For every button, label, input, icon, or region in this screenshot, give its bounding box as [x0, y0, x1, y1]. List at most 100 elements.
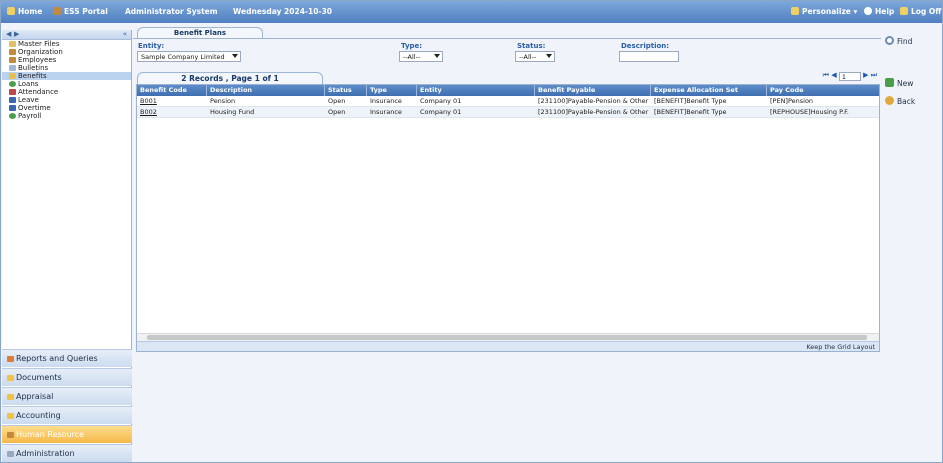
next-page-icon[interactable]: ▶ — [863, 71, 868, 79]
home-link[interactable]: Home — [7, 7, 42, 16]
folder-pencil-icon — [9, 41, 16, 47]
help-icon — [864, 7, 872, 15]
table-cell: Open — [328, 108, 346, 116]
sidebar-item-overtime[interactable]: Overtime — [2, 104, 131, 112]
last-page-icon[interactable]: ⏭ — [871, 71, 877, 79]
people-icon — [9, 57, 16, 63]
status-select-value: --All-- — [519, 53, 537, 61]
table-cell: [231100]Payable-Pension & Other Ins… — [538, 97, 651, 105]
sidebar-item-attendance[interactable]: Attendance — [2, 88, 131, 96]
module-tree: Master Files Organization Employees Bull… — [2, 40, 131, 120]
sidebar: ◀ ▶ « Master Files Organization Employee… — [2, 30, 132, 462]
new-button[interactable]: New — [885, 78, 915, 90]
chevron-down-icon — [434, 54, 440, 58]
column-header[interactable]: Benefit Payable — [535, 85, 651, 96]
sidebar-item-label: Employees — [18, 56, 57, 64]
new-label: New — [897, 79, 914, 88]
main-panel: Benefit Plans Entity: Sample Company Lim… — [133, 23, 881, 352]
date-display: Wednesday 2024-10-30 — [233, 7, 333, 16]
sidebar-item-bulletins[interactable]: Bulletins — [2, 64, 131, 72]
table-cell: Open — [328, 97, 346, 105]
column-header[interactable]: Benefit Code — [137, 85, 207, 96]
records-tab: 2 Records , Page 1 of 1 — [137, 72, 323, 84]
section-reports-and-queries[interactable]: Reports and Queries — [2, 349, 132, 367]
help-menu[interactable]: Help — [864, 7, 894, 16]
find-button[interactable]: Find — [885, 36, 915, 48]
sidebar-item-payroll[interactable]: Payroll — [2, 112, 131, 120]
chevron-down-icon: ▾ — [850, 7, 858, 16]
sidebar-item-label: Master Files — [18, 40, 60, 48]
benefits-icon — [9, 73, 16, 79]
back-button[interactable]: Back — [885, 96, 915, 108]
sidebar-item-leave[interactable]: Leave — [2, 96, 131, 104]
first-page-icon[interactable]: ⏮ — [823, 71, 829, 79]
personalize-icon — [791, 7, 799, 15]
table-row[interactable]: B001 Pension Open Insurance Company 01 [… — [137, 96, 879, 107]
section-accounting[interactable]: Accounting — [2, 406, 132, 424]
collapse-sidebar-icon[interactable]: « — [123, 30, 127, 38]
sidebar-item-loans[interactable]: Loans — [2, 80, 131, 88]
section-documents[interactable]: Documents — [2, 368, 132, 386]
table-cell: Pension — [210, 97, 236, 105]
sidebar-item-benefits[interactable]: Benefits — [2, 72, 131, 80]
back-arrow-icon — [885, 96, 894, 105]
personalize-label: Personalize — [802, 7, 851, 16]
section-administration[interactable]: Administration — [2, 444, 132, 462]
column-header[interactable]: Entity — [417, 85, 535, 96]
keep-grid-layout-link[interactable]: Keep the Grid Layout — [806, 343, 875, 351]
section-label: Reports and Queries — [16, 354, 98, 363]
nav-forward-icon[interactable]: ▶ — [14, 30, 19, 38]
logoff-link[interactable]: Log Off — [900, 7, 941, 16]
add-document-icon — [885, 78, 894, 87]
table-cell: Company 01 — [420, 97, 462, 105]
benefit-plans-grid: Benefit Code Description Status Type Ent… — [136, 84, 880, 352]
tools-icon — [7, 451, 14, 457]
sidebar-nav: ◀ ▶ « — [2, 30, 131, 40]
scrollbar-thumb[interactable] — [147, 335, 867, 340]
personalize-menu[interactable]: Personalize ▾ — [791, 7, 857, 16]
column-header[interactable]: Status — [325, 85, 367, 96]
description-input[interactable] — [619, 51, 679, 62]
table-cell: Company 01 — [420, 108, 462, 116]
nav-back-icon[interactable]: ◀ — [6, 30, 11, 38]
table-row[interactable]: B002 Housing Fund Open Insurance Company… — [137, 107, 879, 118]
check-icon — [9, 97, 16, 103]
table-cell: Insurance — [370, 108, 402, 116]
column-header[interactable]: Description — [207, 85, 325, 96]
document-icon — [9, 65, 16, 71]
sidebar-item-label: Payroll — [18, 112, 42, 120]
sidebar-item-label: Bulletins — [18, 64, 49, 72]
sidebar-item-label: Benefits — [18, 72, 47, 80]
entity-select-value: Sample Company Limited — [141, 53, 225, 61]
type-select-value: --All-- — [403, 53, 421, 61]
section-human-resource[interactable]: Human Resource — [2, 425, 132, 443]
page-number-input[interactable]: 1 — [838, 72, 861, 81]
top-bar: Home ESS Portal Administrator System Wed… — [1, 1, 942, 23]
action-panel: Find New Back — [885, 36, 915, 114]
sidebar-item-organization[interactable]: Organization — [2, 48, 131, 56]
home-label: Home — [18, 7, 43, 16]
ess-portal-link[interactable]: ESS Portal — [53, 7, 108, 16]
sidebar-item-master-files[interactable]: Master Files — [2, 40, 131, 48]
benefit-code-link[interactable]: B001 — [137, 96, 207, 106]
horizontal-scrollbar[interactable] — [137, 333, 879, 341]
section-appraisal[interactable]: Appraisal — [2, 387, 132, 405]
section-label: Human Resource — [16, 430, 85, 439]
description-label: Description: — [621, 42, 670, 50]
status-select[interactable]: --All-- — [515, 51, 555, 62]
person-icon — [7, 432, 14, 438]
type-label: Type: — [401, 42, 423, 50]
entity-select[interactable]: Sample Company Limited — [137, 51, 241, 62]
grid-footer: Keep the Grid Layout — [137, 341, 879, 351]
column-header[interactable]: Expense Allocation Set — [651, 85, 767, 96]
tab-divider — [133, 38, 881, 39]
sidebar-item-employees[interactable]: Employees — [2, 56, 131, 64]
system-title: Administrator System — [125, 7, 218, 16]
prev-page-icon[interactable]: ◀ — [831, 71, 836, 79]
column-header[interactable]: Pay Code — [767, 85, 879, 96]
globe-icon — [9, 113, 16, 119]
folder-icon — [7, 375, 14, 381]
type-select[interactable]: --All-- — [399, 51, 443, 62]
column-header[interactable]: Type — [367, 85, 417, 96]
benefit-code-link[interactable]: B002 — [137, 107, 207, 117]
